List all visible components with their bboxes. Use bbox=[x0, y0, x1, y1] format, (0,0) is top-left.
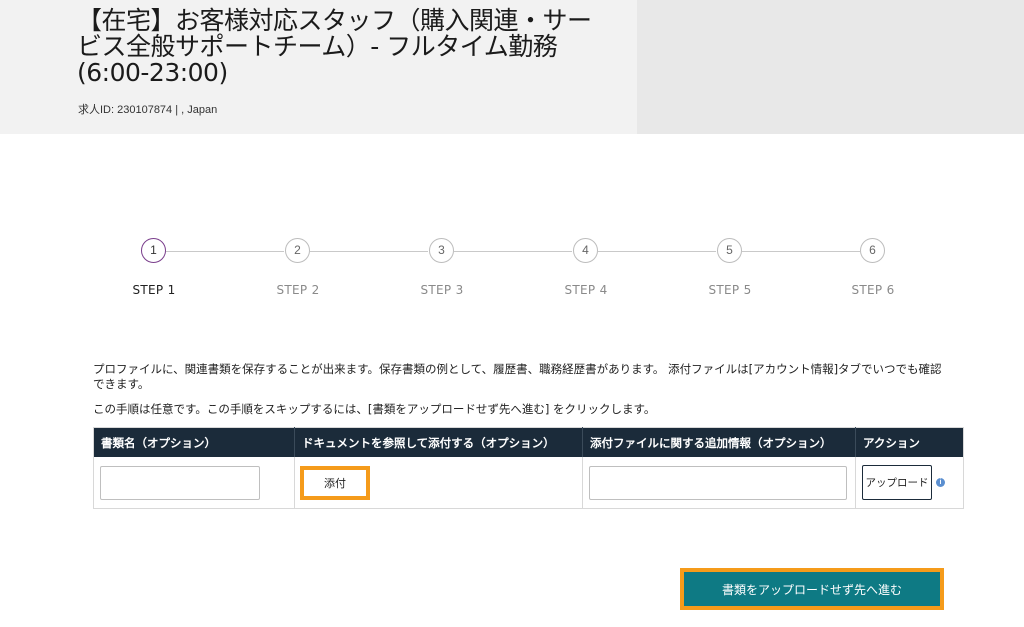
table-row: 添付 アップロード i bbox=[93, 457, 964, 509]
step-3-indicator: 3 bbox=[429, 238, 454, 263]
column-header-action: アクション bbox=[855, 427, 964, 457]
skip-note: この手順は任意です。この手順をスキップするには、[書類をアップロードせず先へ進む… bbox=[93, 402, 656, 416]
step-connector bbox=[742, 251, 860, 252]
step-1-indicator: 1 bbox=[141, 238, 166, 263]
document-name-cell bbox=[93, 457, 295, 509]
step-connector bbox=[598, 251, 716, 252]
documents-description: プロファイルに、関連書類を保存することが出来ます。保存書類の例として、履歴書、職… bbox=[93, 362, 942, 391]
instructions: プロファイルに、関連書類を保存することが出来ます。保存書類の例として、履歴書、職… bbox=[93, 362, 953, 416]
documents-table: 書類名（オプション） ドキュメントを参照して添付する（オプション） 添付ファイル… bbox=[93, 427, 964, 509]
info-icon[interactable]: i bbox=[936, 478, 945, 487]
column-header-additional-info: 添付ファイルに関する追加情報（オプション） bbox=[582, 427, 856, 457]
step-connector bbox=[310, 251, 428, 252]
step-1-label: STEP 1 bbox=[132, 283, 176, 297]
additional-info-cell bbox=[582, 457, 856, 509]
step-5-indicator: 5 bbox=[717, 238, 742, 263]
step-6-indicator: 6 bbox=[860, 238, 885, 263]
step-5-label: STEP 5 bbox=[708, 283, 752, 297]
step-3-label: STEP 3 bbox=[420, 283, 464, 297]
additional-info-input[interactable] bbox=[589, 465, 847, 500]
attach-cell: 添付 bbox=[294, 457, 583, 509]
document-name-input[interactable] bbox=[100, 465, 260, 500]
step-connector bbox=[166, 251, 284, 252]
attach-button[interactable]: 添付 bbox=[300, 465, 370, 500]
column-header-document-name: 書類名（オプション） bbox=[93, 427, 295, 457]
step-4-indicator: 4 bbox=[573, 238, 598, 263]
proceed-without-upload-button[interactable]: 書類をアップロードせず先へ進む bbox=[680, 568, 944, 610]
job-title: 【在宅】お客様対応スタッフ（購入関連・サービス全般サポートチーム）- フルタイム… bbox=[77, 6, 592, 87]
step-4-label: STEP 4 bbox=[564, 283, 608, 297]
upload-button[interactable]: アップロード bbox=[862, 465, 932, 500]
job-header: 【在宅】お客様対応スタッフ（購入関連・サービス全般サポートチーム）- フルタイム… bbox=[0, 0, 637, 134]
step-6-label: STEP 6 bbox=[851, 283, 895, 297]
step-connector bbox=[454, 251, 572, 252]
step-2-indicator: 2 bbox=[285, 238, 310, 263]
step-2-label: STEP 2 bbox=[276, 283, 320, 297]
application-stepper: 1 2 3 4 5 6 STEP 1 STEP 2 STEP 3 STEP 4 … bbox=[0, 238, 1024, 308]
column-header-attach: ドキュメントを参照して添付する（オプション） bbox=[294, 427, 583, 457]
job-id-location: 求人ID: 230107874 | , Japan bbox=[78, 104, 218, 116]
action-cell: アップロード i bbox=[856, 457, 964, 509]
table-header-row: 書類名（オプション） ドキュメントを参照して添付する（オプション） 添付ファイル… bbox=[93, 427, 964, 457]
